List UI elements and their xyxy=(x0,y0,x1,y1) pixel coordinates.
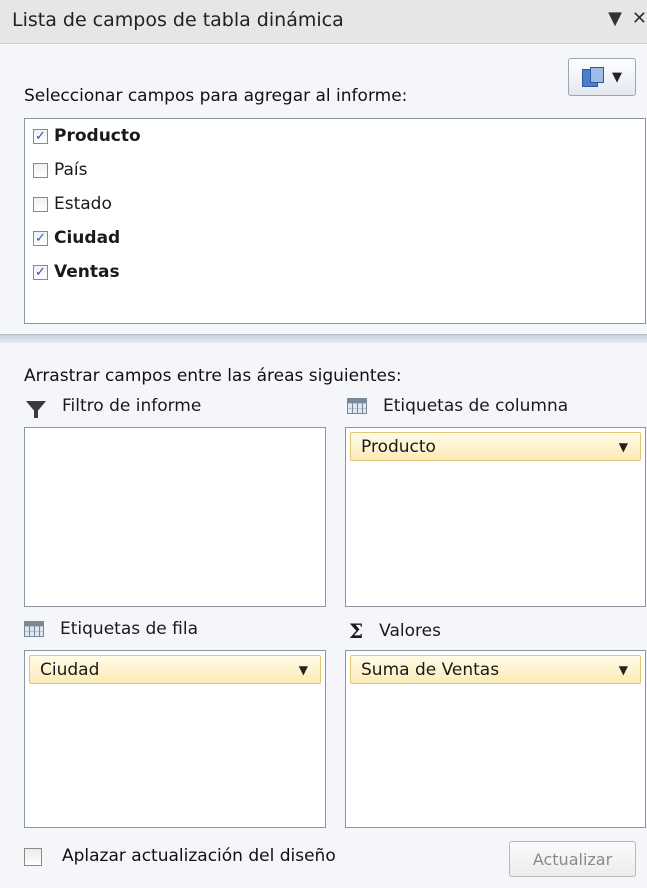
pill-label: Suma de Ventas xyxy=(361,659,500,680)
field-list[interactable]: ✓ Producto País Estado ✓ Ciudad ✓ Ventas xyxy=(24,118,646,324)
pane-title: Lista de campos de tabla dinámica xyxy=(12,9,344,31)
defer-update-label: Aplazar actualización del diseño xyxy=(62,846,336,866)
checkbox[interactable]: ✓ xyxy=(33,264,48,280)
checkbox[interactable]: ✓ xyxy=(33,128,48,144)
values-dropzone[interactable]: Suma de Ventas ▼ xyxy=(345,650,646,828)
field-item-pais[interactable]: País xyxy=(25,153,645,187)
title-controls: ▼ ✕ xyxy=(608,8,647,29)
chevron-down-icon[interactable]: ▼ xyxy=(619,440,628,454)
report-filter-label: Filtro de informe xyxy=(62,396,202,416)
field-item-ciudad[interactable]: ✓ Ciudad xyxy=(25,221,645,255)
chevron-down-icon[interactable]: ▼ xyxy=(299,663,308,677)
pane-title-bar: Lista de campos de tabla dinámica ▼ ✕ xyxy=(0,0,647,44)
column-field-producto[interactable]: Producto ▼ xyxy=(350,432,641,461)
checkbox[interactable] xyxy=(33,162,48,178)
row-labels-dropzone[interactable]: Ciudad ▼ xyxy=(24,650,326,828)
column-labels-header: Etiquetas de columna xyxy=(347,396,568,416)
row-field-ciudad[interactable]: Ciudad ▼ xyxy=(29,655,321,684)
report-filter-dropzone[interactable] xyxy=(24,427,326,607)
column-labels-dropzone[interactable]: Producto ▼ xyxy=(345,427,646,607)
field-item-estado[interactable]: Estado xyxy=(25,187,645,221)
field-label: Estado xyxy=(54,194,112,214)
field-item-ventas[interactable]: ✓ Ventas xyxy=(25,255,645,289)
field-label: Producto xyxy=(54,126,141,146)
defer-update-checkbox[interactable] xyxy=(24,848,42,866)
areas-prompt: Arrastrar campos entre las áreas siguien… xyxy=(24,366,402,386)
field-layout-icon xyxy=(582,67,604,87)
row-labels-label: Etiquetas de fila xyxy=(60,619,199,639)
field-label: Ciudad xyxy=(54,228,121,248)
fields-prompt: Seleccionar campos para agregar al infor… xyxy=(24,86,408,106)
chevron-down-icon[interactable]: ▼ xyxy=(619,663,628,677)
values-label: Valores xyxy=(379,621,441,641)
pill-label: Producto xyxy=(361,436,436,457)
field-layout-button[interactable]: ▼ xyxy=(568,58,636,96)
checkbox[interactable]: ✓ xyxy=(33,230,48,246)
pane-splitter[interactable] xyxy=(0,334,647,343)
update-button[interactable]: Actualizar xyxy=(509,841,636,877)
sigma-icon: Σ xyxy=(349,619,364,643)
field-label: País xyxy=(54,160,88,180)
pill-label: Ciudad xyxy=(40,659,100,680)
close-icon[interactable]: ✕ xyxy=(632,8,647,29)
pane-menu-arrow-icon[interactable]: ▼ xyxy=(608,8,622,29)
field-label: Ventas xyxy=(54,262,120,282)
row-labels-header: Etiquetas de fila xyxy=(24,619,198,639)
values-field-suma-ventas[interactable]: Suma de Ventas ▼ xyxy=(350,655,641,684)
filter-icon xyxy=(26,401,46,418)
column-grid-icon xyxy=(347,398,367,414)
column-labels-label: Etiquetas de columna xyxy=(383,396,569,416)
checkbox[interactable] xyxy=(33,196,48,212)
row-grid-icon xyxy=(24,621,44,637)
chevron-down-icon: ▼ xyxy=(612,69,622,85)
values-header: Σ Valores xyxy=(349,619,441,643)
report-filter-header: Filtro de informe xyxy=(26,396,202,418)
field-item-producto[interactable]: ✓ Producto xyxy=(25,119,645,153)
